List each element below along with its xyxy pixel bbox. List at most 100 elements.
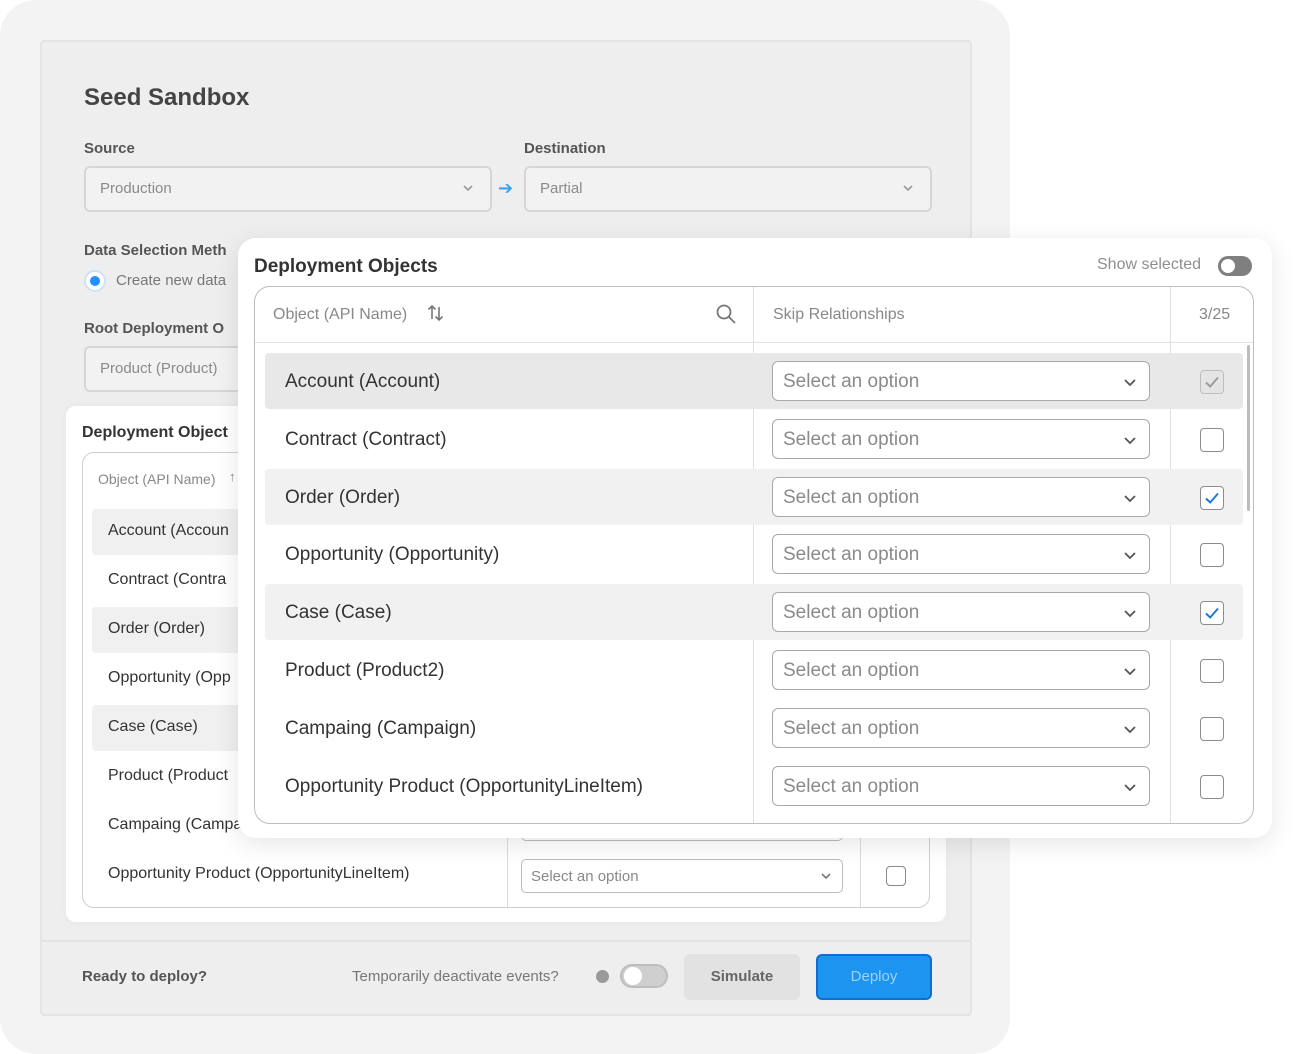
table-row[interactable]: Contract (Contract) Select an option — [265, 411, 1243, 467]
row-object-name: Campaing (Campaign) — [285, 717, 477, 739]
select-placeholder: Select an option — [783, 371, 920, 392]
data-selection-label: Data Selection Meth — [84, 242, 227, 259]
table-row[interactable]: Opportunity Product (OpportunityLineItem… — [92, 852, 512, 898]
skip-relationships-select[interactable]: Select an option — [772, 707, 1150, 748]
chevron-down-icon — [1124, 783, 1136, 791]
row-object-name: Opportunity (Opp — [108, 669, 231, 686]
source-label: Source — [84, 140, 135, 157]
row-object-name: Order (Order) — [108, 620, 205, 637]
row-object-name: Opportunity Product (OpportunityLineItem… — [285, 775, 644, 797]
table-row[interactable]: Opportunity (Opportunity) Select an optio… — [265, 526, 1243, 582]
sort-icon[interactable] — [427, 303, 445, 323]
row-checkbox[interactable] — [1200, 485, 1224, 510]
row-object-name: Order (Order) — [285, 486, 401, 508]
row-object-name: Product (Product2) — [285, 660, 445, 681]
deploy-button[interactable]: Deploy — [816, 954, 932, 1000]
row-checkbox[interactable] — [1200, 716, 1224, 741]
checkmark-icon — [1205, 492, 1219, 504]
chevron-down-icon — [1124, 610, 1136, 618]
scrollbar[interactable] — [1247, 345, 1250, 511]
deployment-objects-card: Deployment Objects Show selected Object … — [238, 238, 1272, 838]
arrow-right-icon: ➔ — [498, 178, 514, 198]
destination-label: Destination — [524, 140, 606, 157]
row-object-name: Opportunity (Opportunity) — [285, 544, 500, 566]
skip-relationships-select[interactable]: Select an option — [772, 361, 1150, 401]
chevron-down-icon — [821, 873, 831, 880]
create-new-radio-label: Create new data — [116, 272, 227, 289]
select-placeholder: Select an option — [783, 486, 920, 508]
select-placeholder: Select an option — [783, 544, 920, 566]
select-placeholder: Select an option — [783, 428, 920, 450]
skip-relationships-select[interactable]: Select an option — [772, 418, 1150, 459]
select-placeholder: Select an option — [783, 602, 920, 624]
deployment-object-title: Deployment Object — [82, 424, 228, 441]
row-checkbox[interactable] — [1200, 601, 1224, 626]
skip-relationships-column-header: Skip Relationships — [773, 306, 905, 323]
checkmark-icon — [1205, 608, 1219, 620]
select-placeholder: Select an option — [783, 717, 920, 739]
source-select[interactable]: Production — [84, 166, 492, 212]
select-placeholder: Select an option — [531, 868, 639, 885]
row-object-name: Contract (Contra — [108, 571, 227, 588]
object-column-header: Object (API Name) — [98, 471, 216, 487]
row-checkbox[interactable] — [1200, 543, 1224, 568]
table-header: Object (API Name) Skip Relationships 3/2… — [255, 287, 1253, 343]
table-row[interactable]: Product (Product2) Select an option — [265, 642, 1243, 698]
row-object-name: Case (Case) — [108, 718, 198, 735]
select-placeholder: Select an option — [783, 660, 920, 681]
checkmark-icon — [1205, 376, 1219, 388]
chevron-down-icon — [463, 185, 473, 192]
table-row[interactable]: Account (Account) Select an option — [265, 353, 1243, 409]
chevron-down-icon — [1124, 379, 1136, 387]
destination-select-value: Partial — [540, 180, 583, 197]
selected-count: 3/25 — [1199, 306, 1231, 323]
row-checkbox[interactable] — [886, 866, 906, 886]
row-object-name: Product (Product — [108, 767, 229, 784]
row-object-name: Account (Accoun — [108, 522, 229, 539]
skip-relationships-select[interactable]: Select an option — [772, 534, 1150, 575]
info-icon[interactable] — [596, 970, 609, 983]
page-title: Seed Sandbox — [84, 84, 250, 111]
row-object-name: Opportunity Product (OpportunityLineItem… — [108, 865, 410, 882]
sort-icon[interactable]: ↑ — [229, 469, 236, 484]
deploy-footer: Ready to deploy? Temporarily deactivate … — [42, 940, 970, 1016]
deactivate-events-label: Temporarily deactivate events? — [352, 968, 559, 985]
table-row[interactable]: Campaing (Campaign) Select an option — [265, 700, 1243, 756]
show-selected-label: Show selected — [1097, 256, 1202, 273]
select-placeholder: Select an option — [783, 775, 920, 797]
root-deployment-label: Root Deployment O — [84, 320, 225, 337]
row-object-name: Campaing (Campa — [108, 816, 243, 833]
skip-relationships-select[interactable]: Select an option — [521, 859, 843, 893]
row-object-name: Contract (Contract) — [285, 428, 447, 450]
create-new-radio[interactable] — [84, 270, 106, 292]
row-object-name: Account (Account) — [285, 371, 441, 392]
table-row[interactable]: Opportunity Product (OpportunityLineItem… — [265, 758, 1243, 814]
source-select-value: Production — [100, 180, 172, 197]
skip-relationships-select[interactable]: Select an option — [772, 650, 1150, 690]
skip-relationships-select[interactable]: Select an option — [772, 592, 1150, 633]
deactivate-events-toggle[interactable] — [620, 964, 668, 988]
row-checkbox — [1200, 370, 1224, 394]
show-selected-toggle[interactable] — [1218, 256, 1252, 276]
skip-relationships-select[interactable]: Select an option — [772, 476, 1150, 517]
object-column-header: Object (API Name) — [273, 306, 408, 323]
chevron-down-icon — [1124, 726, 1136, 734]
deployment-objects-title: Deployment Objects — [254, 256, 438, 277]
row-checkbox[interactable] — [1200, 774, 1224, 799]
row-object-name: Case (Case) — [285, 602, 392, 624]
ready-to-deploy-label: Ready to deploy? — [82, 968, 208, 985]
deployment-objects-table: Object (API Name) Skip Relationships 3/2… — [254, 286, 1254, 824]
row-checkbox[interactable] — [1200, 659, 1224, 683]
search-icon[interactable] — [715, 303, 737, 325]
chevron-down-icon — [1124, 552, 1136, 560]
destination-select[interactable]: Partial — [524, 166, 932, 212]
chevron-down-icon — [1124, 494, 1136, 502]
root-deployment-value: Product (Product) — [100, 360, 218, 377]
table-row[interactable]: Case (Case) Select an option — [265, 584, 1243, 641]
table-row[interactable]: Order (Order) Select an option — [265, 468, 1243, 525]
chevron-down-icon — [1124, 668, 1136, 676]
chevron-down-icon — [1124, 437, 1136, 445]
row-checkbox[interactable] — [1200, 427, 1224, 452]
simulate-button[interactable]: Simulate — [684, 954, 800, 1000]
skip-relationships-select[interactable]: Select an option — [772, 765, 1150, 806]
